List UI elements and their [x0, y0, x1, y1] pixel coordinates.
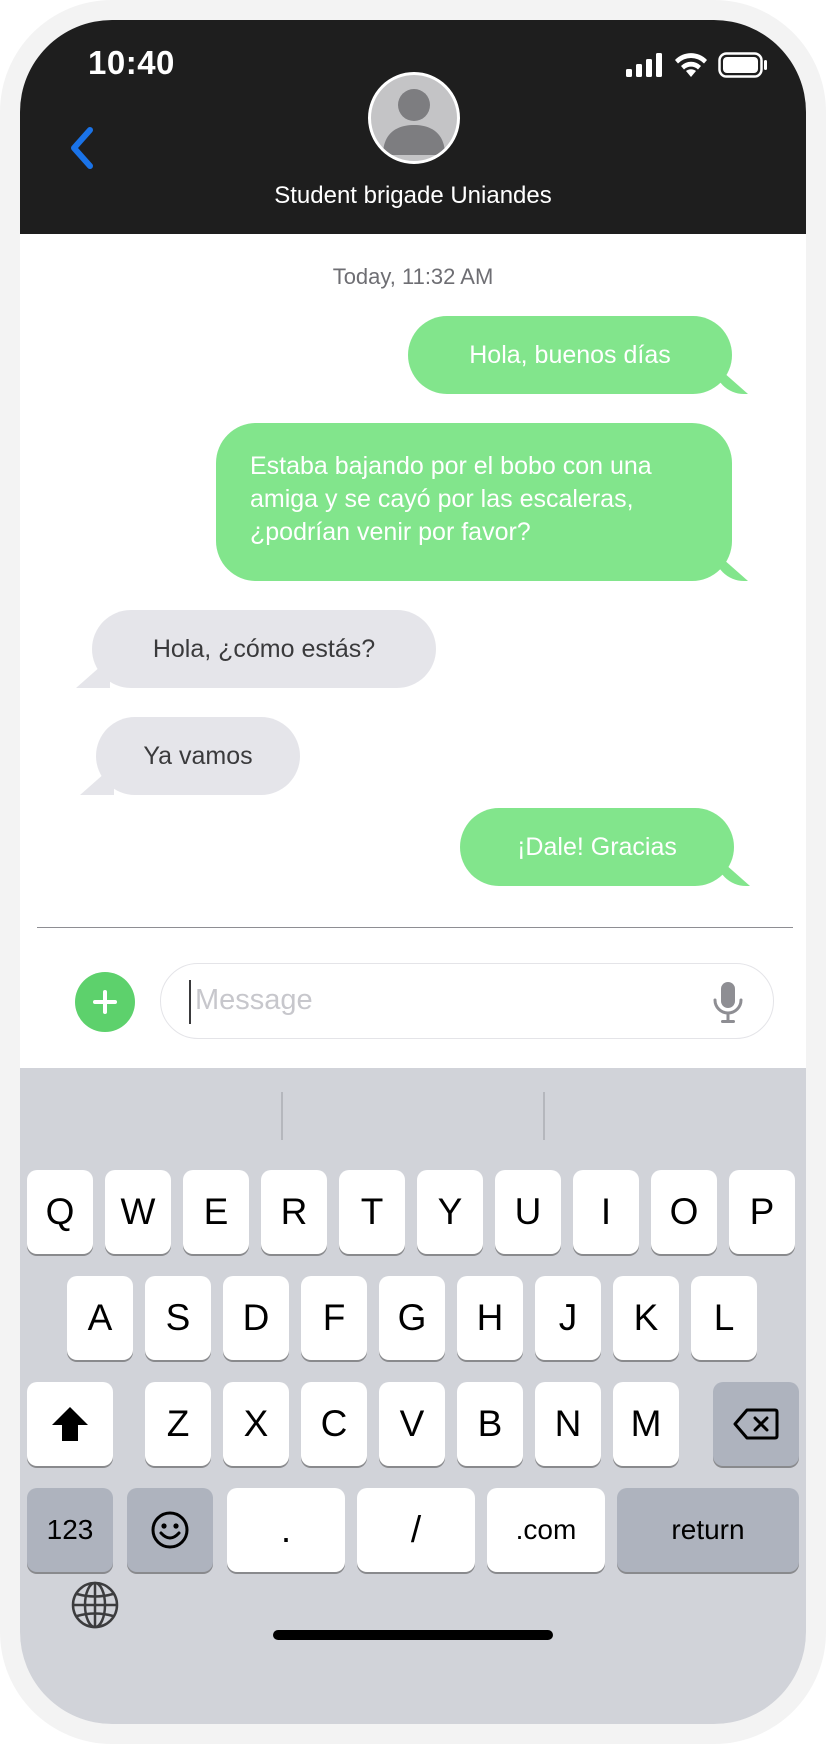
key-h[interactable]: H	[457, 1276, 523, 1360]
key-k[interactable]: K	[613, 1276, 679, 1360]
key-y[interactable]: Y	[417, 1170, 483, 1254]
status-time: 10:40	[88, 44, 175, 81]
key-x[interactable]: X	[223, 1382, 289, 1466]
message-text: Hola, buenos días	[469, 341, 671, 369]
message-text-line: amiga y se cayó por las escaleras,	[250, 485, 634, 513]
key-f[interactable]: F	[301, 1276, 367, 1360]
key-m[interactable]: M	[613, 1382, 679, 1466]
period-key[interactable]: .	[227, 1488, 345, 1572]
key-c[interactable]: C	[301, 1382, 367, 1466]
key-o[interactable]: O	[651, 1170, 717, 1254]
emoji-key[interactable]	[127, 1488, 213, 1572]
home-indicator[interactable]	[273, 1630, 553, 1640]
message-text: ¡Dale! Gracias	[517, 833, 677, 861]
key-q[interactable]: Q	[27, 1170, 93, 1254]
key-v[interactable]: V	[379, 1382, 445, 1466]
plus-icon	[93, 990, 117, 1014]
key-w[interactable]: W	[105, 1170, 171, 1254]
key-a[interactable]: A	[67, 1276, 133, 1360]
key-i[interactable]: I	[573, 1170, 639, 1254]
suggestion-separator	[543, 1092, 545, 1140]
microphone-icon[interactable]	[711, 980, 745, 1024]
key-t[interactable]: T	[339, 1170, 405, 1254]
add-attachment-button[interactable]	[75, 972, 135, 1032]
key-n[interactable]: N	[535, 1382, 601, 1466]
key-j[interactable]: J	[535, 1276, 601, 1360]
shift-icon	[52, 1407, 88, 1441]
globe-icon[interactable]	[70, 1580, 120, 1630]
message-text-line: Estaba bajando por el bobo con una	[250, 452, 652, 480]
key-l[interactable]: L	[691, 1276, 757, 1360]
delete-backspace-icon	[733, 1408, 779, 1440]
contact-name: Student brigade Uniandes	[274, 182, 552, 209]
sent-message-bubble[interactable]: Estaba bajando por el bobo con una amiga…	[216, 423, 732, 581]
received-message-bubble[interactable]: Hola, ¿cómo estás?	[92, 610, 436, 688]
key-p[interactable]: P	[729, 1170, 795, 1254]
conversation-header: 10:40 Student brigade Uniandes	[20, 20, 806, 234]
cellular-signal-icon	[626, 53, 662, 77]
key-d[interactable]: D	[223, 1276, 289, 1360]
contact-avatar[interactable]	[368, 72, 460, 164]
sent-message-bubble[interactable]: ¡Dale! Gracias	[460, 808, 734, 886]
message-placeholder: Message	[195, 984, 313, 1016]
dotcom-key[interactable]: .com	[487, 1488, 605, 1572]
key-b[interactable]: B	[457, 1382, 523, 1466]
conversation-timestamp: Today, 11:32 AM	[332, 264, 494, 289]
key-r[interactable]: R	[261, 1170, 327, 1254]
chevron-left-icon	[71, 127, 93, 169]
sent-message-bubble[interactable]: Hola, buenos días	[408, 316, 732, 394]
person-silhouette-icon	[383, 89, 445, 155]
return-key[interactable]: return	[617, 1488, 799, 1572]
numbers-key[interactable]: 123	[27, 1488, 113, 1572]
status-icons	[626, 50, 768, 80]
slash-key[interactable]: /	[357, 1488, 475, 1572]
key-s[interactable]: S	[145, 1276, 211, 1360]
key-u[interactable]: U	[495, 1170, 561, 1254]
message-input[interactable]: Message	[160, 963, 774, 1039]
text-cursor	[189, 980, 191, 1024]
suggestion-separator	[281, 1092, 283, 1140]
emoji-icon	[151, 1511, 189, 1549]
received-message-bubble[interactable]: Ya vamos	[96, 717, 300, 795]
shift-key[interactable]	[27, 1382, 113, 1466]
message-text-line: ¿podrían venir por favor?	[250, 518, 531, 546]
composer-divider	[37, 927, 793, 928]
back-button[interactable]	[62, 118, 102, 178]
key-z[interactable]: Z	[145, 1382, 211, 1466]
message-text: Ya vamos	[143, 742, 253, 770]
phone-screen: 10:40 Student brigade Uniandes Today, 11…	[20, 20, 806, 1724]
battery-icon	[718, 52, 767, 78]
message-text: Hola, ¿cómo estás?	[152, 635, 376, 663]
delete-key[interactable]	[713, 1382, 799, 1466]
wifi-icon	[675, 53, 707, 77]
key-e[interactable]: E	[183, 1170, 249, 1254]
key-g[interactable]: G	[379, 1276, 445, 1360]
